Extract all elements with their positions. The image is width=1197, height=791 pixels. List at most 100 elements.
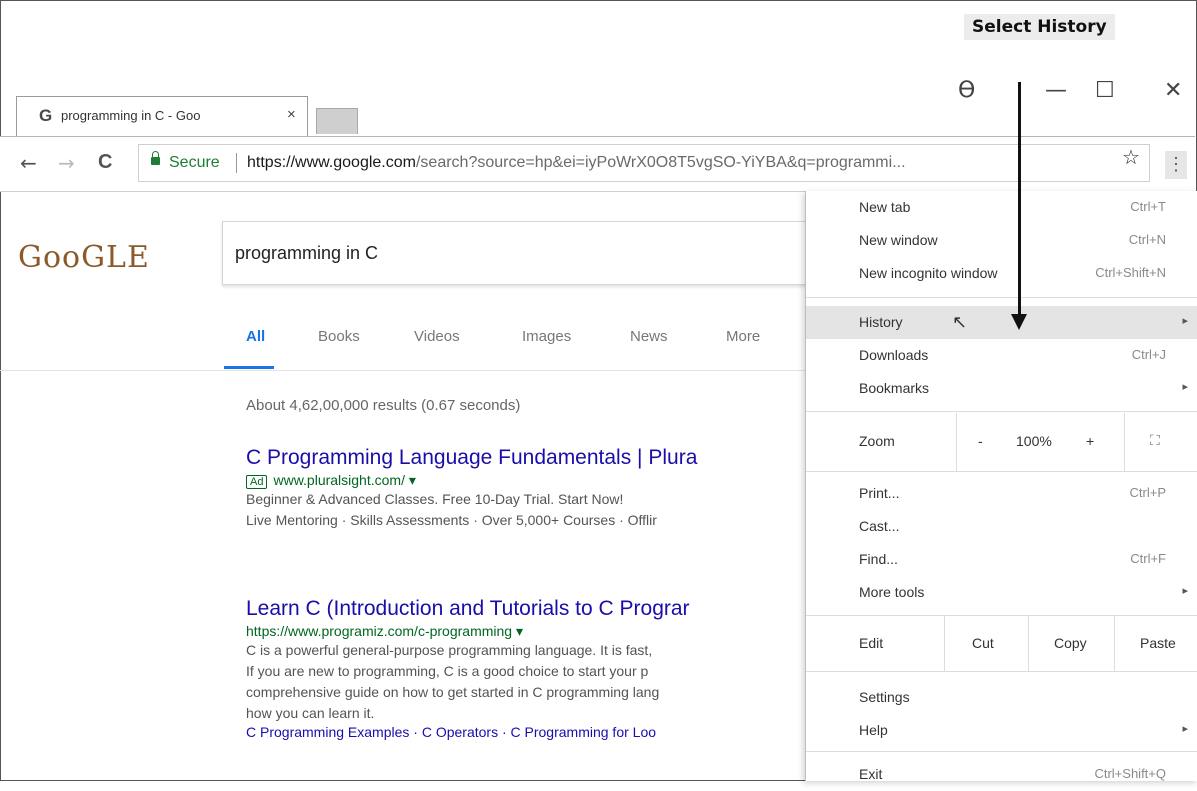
menu-item-label: More tools bbox=[859, 584, 925, 600]
menu-separator bbox=[806, 471, 1197, 472]
copy-button[interactable]: Copy bbox=[1054, 635, 1087, 651]
menu-item-label: Bookmarks bbox=[859, 380, 930, 396]
menu-item-label: Cast... bbox=[859, 518, 900, 534]
result-url: Ad www.pluralsight.com/ ▾ bbox=[246, 472, 816, 489]
submenu-arrow-icon: ▸ bbox=[1182, 315, 1188, 327]
menu-item-bookmarks[interactable]: Bookmarks ▸ bbox=[806, 372, 1197, 405]
tab-close-icon[interactable]: × bbox=[287, 106, 296, 123]
annotation-label: Select History bbox=[964, 14, 1115, 40]
menu-item-settings[interactable]: Settings bbox=[806, 681, 1197, 714]
menu-item-cast[interactable]: Cast... bbox=[806, 510, 1197, 543]
menu-separator bbox=[806, 751, 1197, 752]
tab-google-search[interactable]: G programming in C - Goo × bbox=[16, 96, 308, 136]
menu-item-label: Exit bbox=[859, 766, 883, 782]
secure-label: Secure bbox=[169, 154, 220, 171]
menu-item-new-window[interactable]: New window Ctrl+N bbox=[806, 224, 1197, 257]
google-doodle-logo[interactable]: GooGLE bbox=[18, 240, 150, 275]
submenu-arrow-icon: ▸ bbox=[1182, 585, 1188, 597]
menu-separator bbox=[806, 615, 1197, 616]
new-tab-button[interactable] bbox=[316, 108, 358, 134]
forward-arrow-icon[interactable]: → bbox=[58, 151, 75, 175]
tab-videos[interactable]: Videos bbox=[414, 328, 460, 345]
menu-item-label: Downloads bbox=[859, 347, 929, 363]
reload-icon[interactable]: C bbox=[98, 151, 112, 174]
url-text[interactable]: https://www.google.com/search?source=hp&… bbox=[247, 154, 1107, 172]
result-url[interactable]: https://www.programiz.com/c-programming … bbox=[246, 623, 816, 640]
result-title[interactable]: Learn C (Introduction and Tutorials to C… bbox=[246, 597, 816, 621]
tabs-underline bbox=[0, 370, 805, 371]
tab-more[interactable]: More bbox=[726, 328, 760, 345]
menu-item-print[interactable]: Print... Ctrl+P bbox=[806, 477, 1197, 510]
search-tabs: All Books Videos Images News More bbox=[0, 300, 805, 371]
annotation-arrow-line bbox=[1018, 82, 1021, 317]
zoom-in-button[interactable]: + bbox=[1086, 433, 1094, 449]
tab-strip: G programming in C - Goo × bbox=[0, 96, 1195, 136]
menu-item-new-tab[interactable]: New tab Ctrl+T bbox=[806, 191, 1197, 224]
search-input[interactable]: programming in C bbox=[222, 221, 822, 285]
menu-item-label: Edit bbox=[859, 635, 884, 651]
menu-item-label: History bbox=[859, 314, 903, 330]
tab-images[interactable]: Images bbox=[522, 328, 571, 345]
ad-badge: Ad bbox=[246, 475, 268, 489]
chrome-main-menu: New tab Ctrl+T New window Ctrl+N New inc… bbox=[805, 191, 1197, 782]
menu-vertical-divider bbox=[1114, 615, 1115, 671]
active-tab-indicator bbox=[224, 366, 274, 369]
menu-item-label: New incognito window bbox=[859, 265, 998, 281]
menu-item-shortcut: Ctrl+P bbox=[1129, 485, 1166, 500]
result-snippet: C is a powerful general-purpose programm… bbox=[246, 642, 653, 658]
cut-button[interactable]: Cut bbox=[972, 635, 994, 651]
menu-item-history[interactable]: History ↖ ▸ bbox=[806, 306, 1197, 339]
menu-vertical-divider bbox=[1028, 615, 1029, 671]
google-favicon-icon: G bbox=[39, 106, 53, 125]
search-result: Learn C (Introduction and Tutorials to C… bbox=[246, 597, 816, 740]
result-snippet: If you are new to programming, C is a go… bbox=[246, 663, 649, 679]
menu-row-edit: Edit Cut Copy Paste bbox=[806, 615, 1197, 671]
menu-item-downloads[interactable]: Downloads Ctrl+J bbox=[806, 339, 1197, 372]
submenu-arrow-icon: ▸ bbox=[1182, 381, 1188, 393]
menu-item-label: New window bbox=[859, 232, 938, 248]
result-snippet: comprehensive guide on how to get starte… bbox=[246, 684, 660, 700]
bookmark-star-icon[interactable]: ☆ bbox=[1122, 145, 1140, 170]
url-path: /search?source=hp&ei=iyPoWrX0O8T5vgSO-Yi… bbox=[415, 154, 906, 171]
menu-item-shortcut: Ctrl+Shift+Q bbox=[1094, 766, 1166, 781]
submenu-arrow-icon: ▸ bbox=[1182, 723, 1188, 735]
menu-item-find[interactable]: Find... Ctrl+F bbox=[806, 543, 1197, 576]
menu-item-more-tools[interactable]: More tools ▸ bbox=[806, 576, 1197, 609]
menu-separator bbox=[806, 297, 1197, 298]
address-bar[interactable]: Secure https://www.google.com/search?sou… bbox=[138, 144, 1150, 182]
tab-all[interactable]: All bbox=[246, 328, 265, 345]
result-snippet: Beginner & Advanced Classes. Free 10-Day… bbox=[246, 491, 624, 507]
result-snippet: Live Mentoring · Skills Assessments · Ov… bbox=[246, 512, 657, 528]
menu-row-zoom: Zoom - 100% + ⛶ bbox=[806, 413, 1197, 471]
browser-toolbar: ← → C Secure https://www.google.com/sear… bbox=[0, 137, 1195, 192]
menu-item-label: Zoom bbox=[859, 433, 895, 449]
result-title[interactable]: C Programming Language Fundamentals | Pl… bbox=[246, 446, 816, 470]
menu-item-shortcut: Ctrl+Shift+N bbox=[1095, 265, 1166, 280]
menu-vertical-divider bbox=[956, 413, 957, 471]
menu-vertical-divider bbox=[944, 615, 945, 671]
tab-news[interactable]: News bbox=[630, 328, 668, 345]
back-arrow-icon[interactable]: ← bbox=[20, 151, 37, 175]
zoom-out-button[interactable]: - bbox=[978, 433, 983, 449]
menu-item-help[interactable]: Help ▸ bbox=[806, 714, 1197, 747]
chrome-menu-button[interactable]: ⋮ bbox=[1165, 151, 1187, 179]
menu-item-label: Help bbox=[859, 722, 888, 738]
tab-books[interactable]: Books bbox=[318, 328, 360, 345]
menu-separator bbox=[806, 671, 1197, 672]
menu-item-shortcut: Ctrl+N bbox=[1128, 232, 1166, 247]
result-sitelinks[interactable]: C Programming Examples · C Operators · C… bbox=[246, 724, 816, 740]
result-snippet: how you can learn it. bbox=[246, 705, 375, 721]
menu-item-label: New tab bbox=[859, 199, 911, 215]
menu-item-shortcut: Ctrl+T bbox=[1130, 199, 1166, 214]
menu-separator bbox=[806, 411, 1197, 412]
url-host: https://www.google.com bbox=[247, 154, 416, 171]
menu-vertical-divider bbox=[1124, 413, 1125, 471]
lock-icon bbox=[151, 151, 160, 165]
menu-item-label: Find... bbox=[859, 551, 898, 567]
menu-item-new-incognito-window[interactable]: New incognito window Ctrl+Shift+N bbox=[806, 257, 1197, 290]
fullscreen-icon[interactable]: ⛶ bbox=[1150, 433, 1160, 449]
menu-item-label: Print... bbox=[859, 485, 900, 501]
paste-button[interactable]: Paste bbox=[1140, 635, 1176, 651]
result-url-text[interactable]: www.pluralsight.com/ ▾ bbox=[273, 472, 415, 488]
menu-item-exit[interactable]: Exit Ctrl+Shift+Q bbox=[806, 758, 1197, 791]
